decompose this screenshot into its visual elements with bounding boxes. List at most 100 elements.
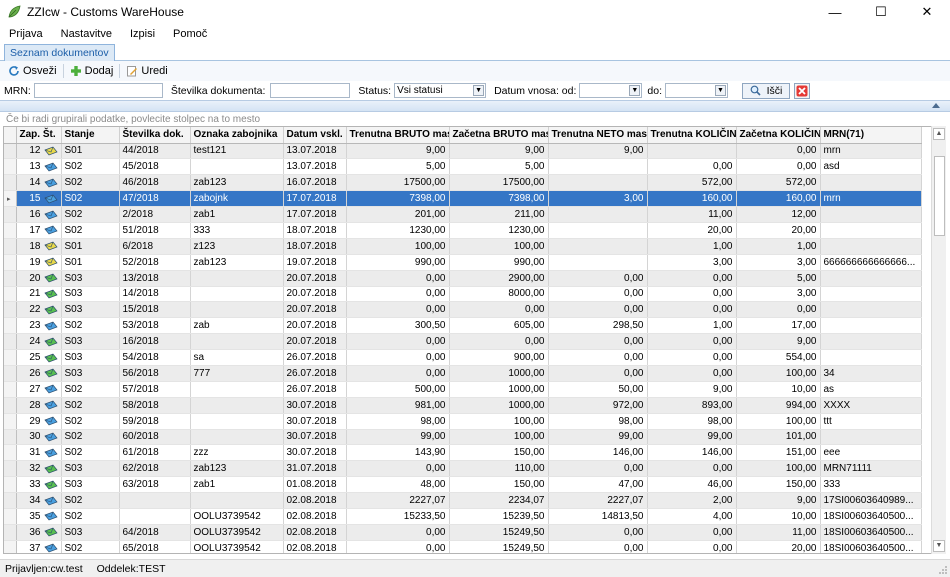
cell-col-trenutna-neto[interactable] bbox=[548, 206, 648, 223]
cell-col-oznaka-zabojnika[interactable]: z123 bbox=[190, 238, 284, 255]
cell-col-mrn71[interactable]: 18SI00603640500... bbox=[820, 540, 922, 553]
cell-col-stanje[interactable]: S02 bbox=[61, 444, 120, 462]
cell-col-stanje[interactable]: S03 bbox=[61, 476, 120, 494]
cell-col-trenutna-bruto[interactable]: 2227,07 bbox=[346, 492, 450, 509]
cell-col-trenutna-neto[interactable]: 0,00 bbox=[548, 365, 648, 382]
header-col-stevilka-dok[interactable]: Številka dok. bbox=[119, 127, 191, 144]
cell-col-stevilka-dok[interactable]: 2/2018 bbox=[119, 206, 191, 223]
cell-col-zacetna-bruto[interactable]: 9,00 bbox=[449, 143, 549, 160]
cell-col-trenutna-bruto[interactable]: 0,00 bbox=[346, 460, 450, 478]
cell-col-datum-vskl[interactable]: 18.07.2018 bbox=[283, 222, 347, 239]
cell-col-oznaka-zabojnika[interactable]: OOLU3739542 bbox=[190, 508, 284, 525]
cell-col-zacetna-bruto[interactable]: 1000,00 bbox=[449, 381, 549, 398]
cell-col-zacetna-kolicina[interactable]: 20,00 bbox=[736, 222, 821, 239]
cell-col-trenutna-kolicina[interactable]: 3,00 bbox=[647, 254, 737, 271]
menu-prijava[interactable]: Prijava bbox=[0, 28, 52, 40]
cell-col-mrn71[interactable] bbox=[820, 206, 922, 223]
cell-col-stanje[interactable]: S02 bbox=[61, 222, 120, 239]
cell-col-zacetna-kolicina[interactable]: 0,00 bbox=[736, 301, 821, 319]
cell-col-zap-st[interactable]: 19 bbox=[16, 254, 62, 271]
cell-col-stanje[interactable]: S02 bbox=[61, 508, 120, 525]
table-row[interactable]: 32 S03 62/2018 zab123 31.07.2018 0,00 110,00 0,… bbox=[4, 460, 922, 478]
cell-col-zap-st[interactable]: 13 bbox=[16, 158, 62, 176]
table-row[interactable]: 34 S02 02.08.2018 2227,07 2234,07 2227,07 2,00… bbox=[4, 492, 922, 509]
close-button[interactable]: ✕ bbox=[904, 0, 950, 24]
scroll-up-icon[interactable]: ▲ bbox=[933, 128, 945, 140]
cell-col-zacetna-bruto[interactable]: 150,00 bbox=[449, 444, 549, 462]
cell-col-oznaka-zabojnika[interactable]: zab123 bbox=[190, 254, 284, 271]
cell-col-trenutna-kolicina[interactable]: 2,00 bbox=[647, 492, 737, 509]
row-header[interactable] bbox=[4, 444, 17, 462]
cell-col-zacetna-kolicina[interactable]: 1,00 bbox=[736, 238, 821, 255]
table-row[interactable]: 14 S02 46/2018 zab123 16.07.2018 17500,00 1750… bbox=[4, 174, 922, 192]
cell-col-trenutna-neto[interactable]: 0,00 bbox=[548, 524, 648, 541]
row-header[interactable] bbox=[4, 317, 17, 335]
scroll-down-icon[interactable]: ▼ bbox=[933, 540, 945, 552]
cell-col-trenutna-neto[interactable]: 0,00 bbox=[548, 460, 648, 478]
table-row[interactable]: 33 S03 63/2018 zab1 01.08.2018 48,00 150,00 47,… bbox=[4, 476, 922, 494]
header-col-mrn71[interactable]: MRN(71) bbox=[820, 127, 922, 144]
cell-col-stevilka-dok[interactable]: 46/2018 bbox=[119, 174, 191, 192]
cell-col-zap-st[interactable]: 31 bbox=[16, 444, 62, 462]
cell-col-trenutna-kolicina[interactable]: 0,00 bbox=[647, 460, 737, 478]
row-header[interactable] bbox=[4, 174, 17, 192]
cell-col-zap-st[interactable]: 32 bbox=[16, 460, 62, 478]
header-col-zap-st[interactable]: Zap. Št. bbox=[16, 127, 62, 144]
cell-col-trenutna-kolicina[interactable]: 0,00 bbox=[647, 333, 737, 351]
cell-col-stanje[interactable]: S03 bbox=[61, 460, 120, 478]
table-row[interactable]: 27 S02 57/2018 26.07.2018 500,00 1000,00 50,00… bbox=[4, 381, 922, 398]
cell-col-zap-st[interactable]: 23 bbox=[16, 317, 62, 335]
cell-col-zap-st[interactable]: 22 bbox=[16, 301, 62, 319]
row-header[interactable] bbox=[4, 524, 17, 541]
cell-col-trenutna-neto[interactable]: 14813,50 bbox=[548, 508, 648, 525]
cell-col-stanje[interactable]: S01 bbox=[61, 254, 120, 271]
cell-col-zap-st[interactable]: 34 bbox=[16, 492, 62, 509]
cell-col-zacetna-bruto[interactable]: 17500,00 bbox=[449, 174, 549, 192]
add-button[interactable]: Dodaj bbox=[66, 62, 118, 80]
cell-col-zacetna-kolicina[interactable]: 100,00 bbox=[736, 413, 821, 430]
cell-col-zacetna-bruto[interactable]: 605,00 bbox=[449, 317, 549, 335]
cell-col-trenutna-bruto[interactable]: 98,00 bbox=[346, 413, 450, 430]
header-col-zacetna-bruto[interactable]: Začetna BRUTO masa bbox=[449, 127, 549, 144]
cell-col-zacetna-bruto[interactable]: 2900,00 bbox=[449, 270, 549, 287]
cell-col-mrn71[interactable]: mrn bbox=[820, 190, 922, 208]
cell-col-trenutna-neto[interactable]: 9,00 bbox=[548, 143, 648, 160]
cell-col-zacetna-kolicina[interactable]: 3,00 bbox=[736, 286, 821, 303]
header-col-trenutna-bruto[interactable]: Trenutna BRUTO masa bbox=[346, 127, 450, 144]
table-row[interactable]: 16 S02 2/2018 zab1 17.07.2018 201,00 211,00 11,… bbox=[4, 206, 922, 223]
cell-col-zacetna-bruto[interactable]: 100,00 bbox=[449, 238, 549, 255]
scroll-thumb[interactable] bbox=[934, 156, 945, 236]
cell-col-stanje[interactable]: S03 bbox=[61, 333, 120, 351]
cell-col-datum-vskl[interactable]: 02.08.2018 bbox=[283, 508, 347, 525]
cell-col-zacetna-bruto[interactable]: 211,00 bbox=[449, 206, 549, 223]
cell-col-trenutna-kolicina[interactable]: 0,00 bbox=[647, 524, 737, 541]
cell-col-trenutna-neto[interactable]: 0,00 bbox=[548, 540, 648, 553]
cell-col-zacetna-kolicina[interactable]: 0,00 bbox=[736, 158, 821, 176]
cell-col-stanje[interactable]: S02 bbox=[61, 381, 120, 398]
cell-col-zacetna-bruto[interactable]: 5,00 bbox=[449, 158, 549, 176]
menu-izpisi[interactable]: Izpisi bbox=[121, 28, 164, 40]
cell-col-oznaka-zabojnika[interactable]: zab bbox=[190, 317, 284, 335]
table-row[interactable]: 29 S02 59/2018 30.07.2018 98,00 100,00 98,00 98… bbox=[4, 413, 922, 430]
cell-col-trenutna-neto[interactable]: 0,00 bbox=[548, 286, 648, 303]
cell-col-datum-vskl[interactable]: 20.07.2018 bbox=[283, 301, 347, 319]
chevron-down-icon[interactable]: ▼ bbox=[629, 85, 641, 96]
cell-col-oznaka-zabojnika[interactable] bbox=[190, 270, 284, 287]
cell-col-zacetna-bruto[interactable]: 15249,50 bbox=[449, 540, 549, 553]
cell-col-datum-vskl[interactable]: 30.07.2018 bbox=[283, 429, 347, 446]
table-row[interactable]: 23 S02 53/2018 zab 20.07.2018 300,50 605,00 298… bbox=[4, 317, 922, 335]
cell-col-stanje[interactable]: S02 bbox=[61, 174, 120, 192]
cell-col-zap-st[interactable]: 18 bbox=[16, 238, 62, 255]
cell-col-trenutna-bruto[interactable]: 300,50 bbox=[346, 317, 450, 335]
table-row[interactable]: 17 S02 51/2018 333 18.07.2018 1230,00 1230,00 2… bbox=[4, 222, 922, 239]
menu-nastavitve[interactable]: Nastavitve bbox=[52, 28, 121, 40]
cell-col-datum-vskl[interactable]: 19.07.2018 bbox=[283, 254, 347, 271]
cell-col-zacetna-kolicina[interactable]: 9,00 bbox=[736, 333, 821, 351]
cell-col-oznaka-zabojnika[interactable] bbox=[190, 301, 284, 319]
row-header[interactable] bbox=[4, 206, 17, 223]
cell-col-stevilka-dok[interactable]: 59/2018 bbox=[119, 413, 191, 430]
cell-col-zap-st[interactable]: 24 bbox=[16, 333, 62, 351]
cell-col-datum-vskl[interactable]: 31.07.2018 bbox=[283, 460, 347, 478]
collapse-arrow-icon[interactable] bbox=[932, 103, 940, 108]
cell-col-zap-st[interactable]: 28 bbox=[16, 397, 62, 414]
